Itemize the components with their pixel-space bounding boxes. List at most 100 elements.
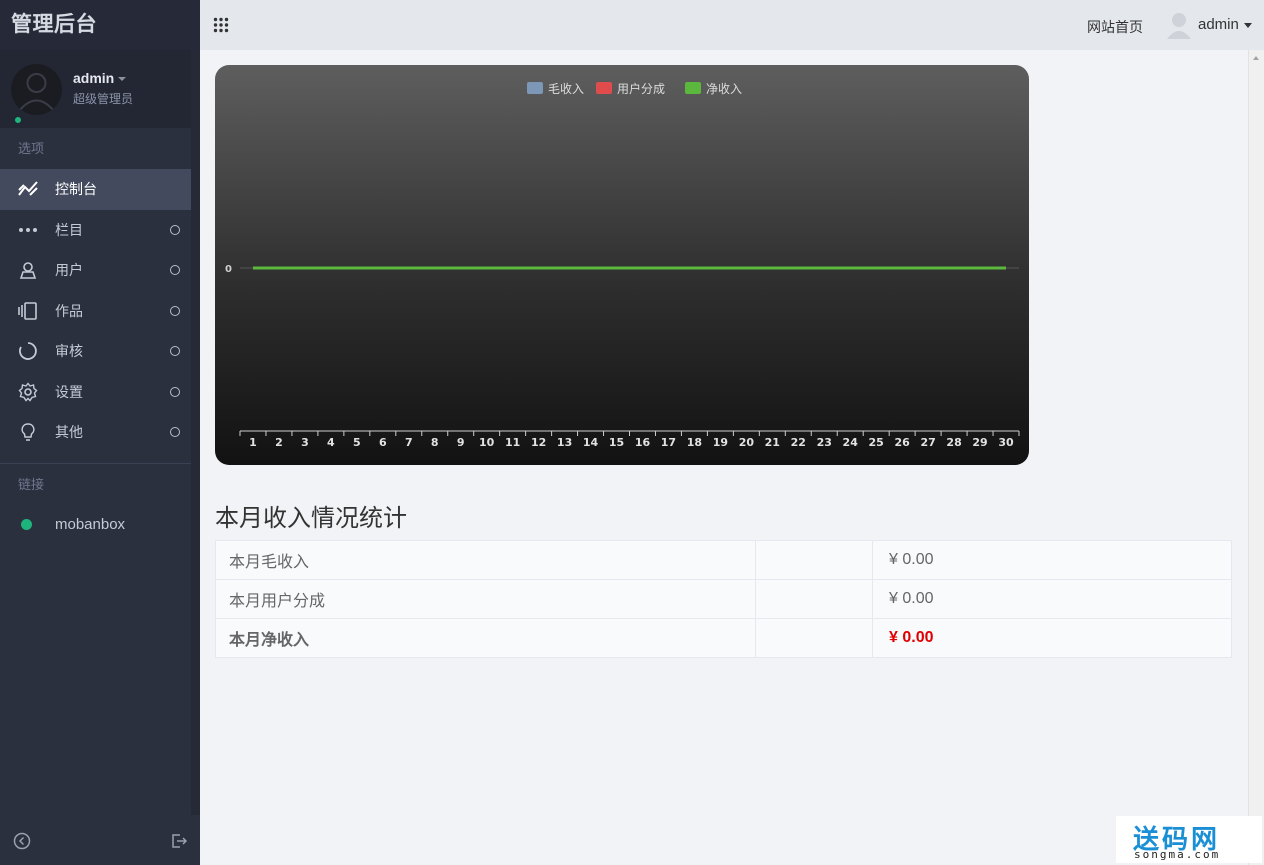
caret-down-icon xyxy=(118,77,127,82)
x-tick-label: 15 xyxy=(609,436,624,449)
x-tick-label: 22 xyxy=(791,436,806,449)
x-tick-label: 5 xyxy=(353,436,361,449)
sidebar-item-columns[interactable]: 栏目 xyxy=(0,210,200,251)
sidebar-link-label: mobanbox xyxy=(55,516,126,533)
online-status-dot xyxy=(13,115,23,125)
x-tick-label: 20 xyxy=(739,436,755,449)
x-tick-label: 6 xyxy=(379,436,387,449)
x-tick-label: 1 xyxy=(249,436,257,449)
x-tick-label: 13 xyxy=(557,436,572,449)
x-tick-label: 26 xyxy=(894,436,910,449)
x-tick-label: 24 xyxy=(843,436,859,449)
expand-circle-icon xyxy=(170,386,180,397)
row-spacer xyxy=(755,540,873,580)
user-role: 超级管理员 xyxy=(73,92,134,106)
table-row: 本月用户分成 ¥ 0.00 xyxy=(215,579,1232,619)
x-tick-label: 17 xyxy=(661,436,676,449)
user-name-dropdown[interactable]: admin xyxy=(73,70,127,86)
legend-swatch xyxy=(685,82,701,94)
x-tick-label: 23 xyxy=(817,436,832,449)
trend-icon xyxy=(18,179,38,199)
x-tick-label: 21 xyxy=(765,436,780,449)
scroll-up-icon[interactable] xyxy=(1253,56,1259,60)
legend-label: 毛收入 xyxy=(548,82,584,96)
row-label: 本月毛收入 xyxy=(215,540,756,580)
sidebar: 管理后台 admin 超级管理员 选项 控制台 栏目 用户 作品 审核 设置 其… xyxy=(0,0,200,865)
collapse-sidebar-icon[interactable] xyxy=(13,832,31,855)
stats-title: 本月收入情况统计 xyxy=(215,505,407,532)
y-tick-label: 0 xyxy=(225,264,232,275)
watermark-logo: 送码网 songma.com xyxy=(1116,816,1262,863)
section-title-links: 链接 xyxy=(18,476,45,492)
sidebar-item-settings[interactable]: 设置 xyxy=(0,372,200,413)
table-row: 本月毛收入 ¥ 0.00 xyxy=(215,540,1232,580)
x-tick-label: 30 xyxy=(998,436,1014,449)
legend-swatch xyxy=(596,82,612,94)
x-tick-label: 27 xyxy=(920,436,935,449)
app-grid-icon[interactable] xyxy=(213,17,229,38)
expand-circle-icon xyxy=(170,305,180,316)
loading-ring-icon xyxy=(18,341,38,361)
x-tick-label: 19 xyxy=(713,436,728,449)
more-dots-icon xyxy=(18,220,38,240)
x-tick-label: 25 xyxy=(869,436,884,449)
sidebar-item-works[interactable]: 作品 xyxy=(0,291,200,332)
sidebar-item-label: 作品 xyxy=(55,302,83,319)
stats-table: 本月毛收入 ¥ 0.00 本月用户分成 ¥ 0.00 本月净收入 ¥ 0.00 xyxy=(215,540,1232,658)
user-panel: admin 超级管理员 xyxy=(0,50,200,128)
row-value: ¥ 0.00 xyxy=(872,579,1232,619)
expand-circle-icon xyxy=(170,427,180,438)
logout-icon[interactable] xyxy=(170,832,188,855)
section-title-options: 选项 xyxy=(18,141,45,156)
x-tick-label: 16 xyxy=(635,436,651,449)
income-chart: 毛收入 用户分成 净收入 0 1 2 3 4 5 6 7 8 9 10 11 12 13 14 15 16 17 18 19… xyxy=(215,65,1029,465)
x-tick-label: 9 xyxy=(457,436,465,449)
legend-label: 净收入 xyxy=(706,82,742,96)
row-label: 本月用户分成 xyxy=(215,579,756,619)
x-tick-label: 10 xyxy=(479,436,495,449)
works-icon xyxy=(18,301,38,321)
x-tick-label: 18 xyxy=(687,436,702,449)
sidebar-item-label: 用户 xyxy=(55,262,83,279)
x-tick-label: 3 xyxy=(301,436,309,449)
chart-canvas: 毛收入 用户分成 净收入01 2 3 4 5 6 7 8 9 10 11 12 13 14 15 16 17 18 19… xyxy=(225,81,1020,449)
x-tick-label: 8 xyxy=(431,436,439,449)
site-home-link[interactable]: 网站首页 xyxy=(1087,17,1143,37)
page-scrollbar[interactable] xyxy=(1248,50,1264,865)
x-tick-label: 29 xyxy=(972,436,987,449)
sidebar-item-label: 设置 xyxy=(55,383,83,400)
sidebar-item-label: 栏目 xyxy=(55,221,83,238)
x-tick-label: 7 xyxy=(405,436,413,449)
row-value: ¥ 0.00 xyxy=(872,540,1232,580)
avatar[interactable] xyxy=(1166,11,1192,44)
legend-swatch xyxy=(527,82,543,94)
table-row: 本月净收入 ¥ 0.00 xyxy=(215,618,1232,658)
sidebar-item-label: 控制台 xyxy=(55,181,97,198)
watermark-url: songma.com xyxy=(1134,848,1221,861)
top-user-dropdown[interactable]: admin xyxy=(1198,16,1252,33)
sidebar-item-users[interactable]: 用户 xyxy=(0,250,200,291)
app-title: 管理后台 xyxy=(0,0,200,50)
bulb-icon xyxy=(18,422,38,442)
x-tick-label: 12 xyxy=(531,436,546,449)
x-tick-label: 2 xyxy=(275,436,283,449)
sidebar-link-mobanbox[interactable]: mobanbox xyxy=(0,505,200,545)
row-spacer xyxy=(755,618,873,658)
avatar[interactable] xyxy=(11,64,62,115)
sidebar-item-dashboard[interactable]: 控制台 xyxy=(0,169,200,210)
sidebar-item-label: 审核 xyxy=(55,343,83,360)
sidebar-scrollbar[interactable] xyxy=(191,50,200,815)
row-value: ¥ 0.00 xyxy=(872,618,1232,658)
expand-circle-icon xyxy=(170,224,180,235)
sidebar-item-review[interactable]: 审核 xyxy=(0,331,200,372)
status-dot xyxy=(21,519,32,530)
row-label: 本月净收入 xyxy=(215,618,756,658)
expand-circle-icon xyxy=(170,346,180,357)
gear-icon xyxy=(18,382,38,402)
legend-label: 用户分成 xyxy=(617,81,665,96)
expand-circle-icon xyxy=(170,265,180,276)
sidebar-item-label: 其他 xyxy=(55,424,83,441)
row-spacer xyxy=(755,579,873,619)
x-tick-label: 11 xyxy=(505,436,520,449)
sidebar-item-other[interactable]: 其他 xyxy=(0,412,200,453)
